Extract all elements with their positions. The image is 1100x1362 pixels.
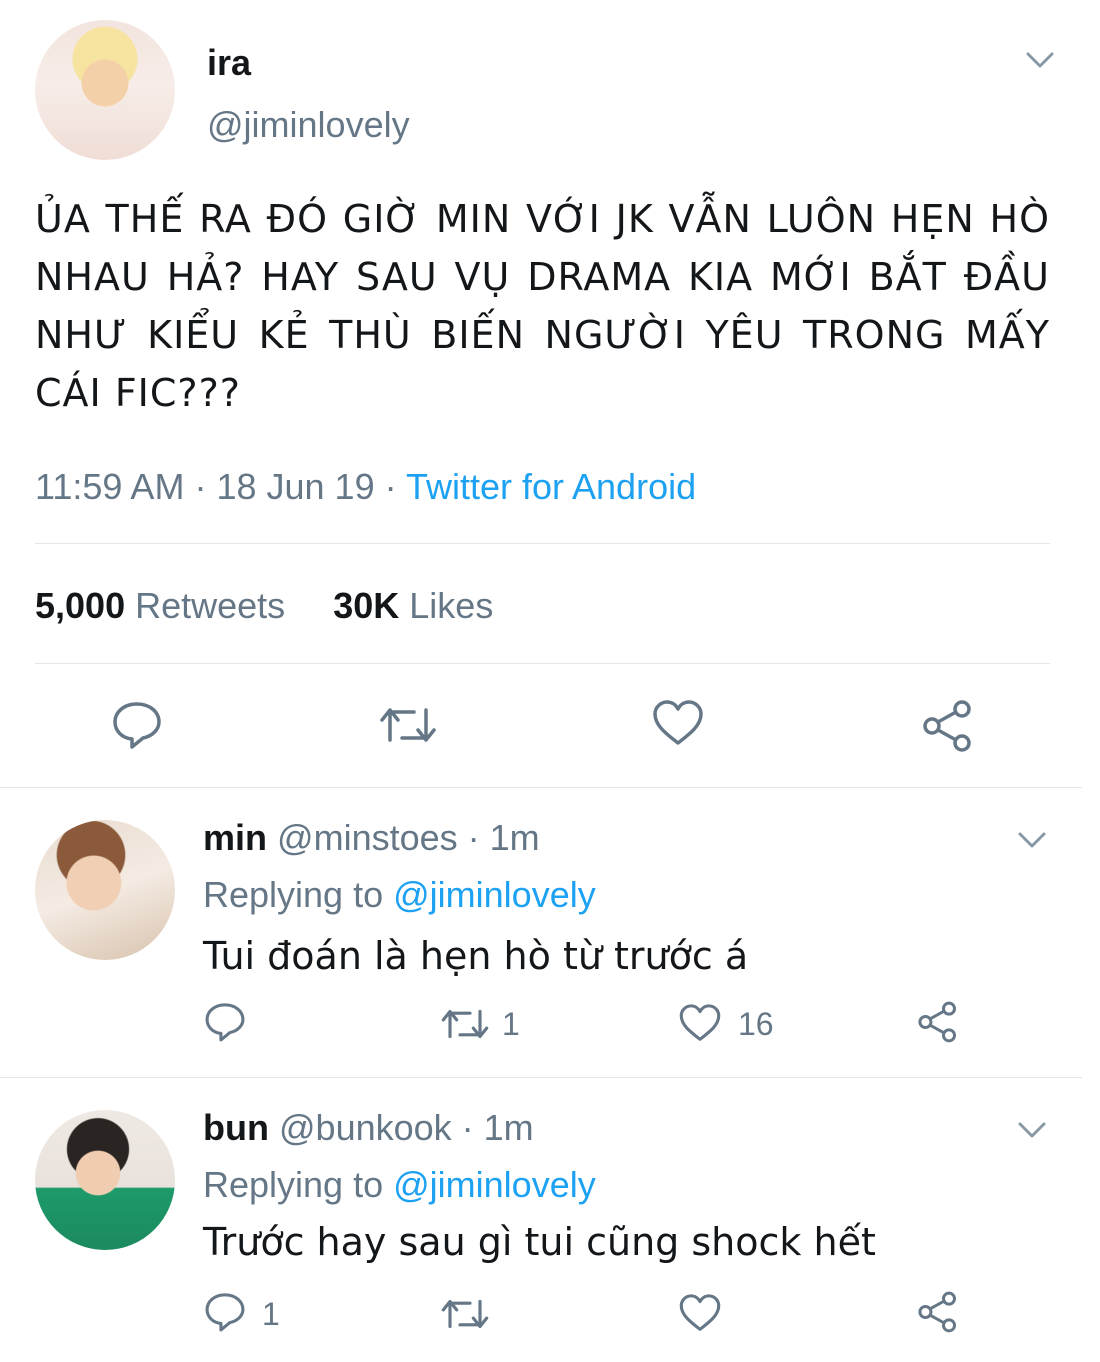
chevron-down-icon[interactable]	[1014, 828, 1050, 852]
heart-icon[interactable]	[678, 1002, 722, 1044]
replying-to-label: Replying to	[203, 874, 384, 915]
author-handle[interactable]: @jiminlovely	[207, 104, 410, 146]
replying-to: Replying to @jiminlovely	[203, 874, 596, 916]
share-icon[interactable]	[916, 1290, 960, 1334]
divider	[0, 787, 1082, 788]
retweet-icon[interactable]	[378, 700, 438, 750]
divider	[35, 543, 1050, 544]
retweet-count: 1	[502, 1006, 520, 1042]
reply-author-name[interactable]: min	[203, 817, 267, 858]
reply-icon[interactable]	[110, 698, 164, 752]
reply-text: Trước hay sau gì tui cũng shock hết	[203, 1220, 876, 1264]
likes-count: 30K	[333, 585, 400, 626]
chevron-down-icon[interactable]	[1022, 48, 1058, 72]
tweet-text: ỦA THẾ RA ĐÓ GIỜ MIN VỚI JK VẪN LUÔN HẸN…	[35, 197, 1050, 415]
avatar-bun[interactable]	[35, 1110, 175, 1250]
tweet-source-link[interactable]: Twitter for Android	[406, 466, 696, 507]
reply-author-name[interactable]: bun	[203, 1107, 269, 1148]
reply-header: min @minstoes · 1m	[203, 817, 540, 859]
retweet-icon[interactable]	[440, 1003, 490, 1045]
reply-icon[interactable]	[203, 1000, 247, 1044]
avatar-ira[interactable]	[35, 20, 175, 160]
tweet-time: 11:59 AM	[35, 466, 185, 507]
likes-label: Likes	[409, 585, 494, 626]
retweets-label: Retweets	[135, 585, 286, 626]
reply-icon[interactable]	[203, 1290, 247, 1334]
like-count: 16	[738, 1006, 774, 1042]
reply-author-handle[interactable]: @minstoes	[277, 817, 458, 858]
replying-to-handle[interactable]: @jiminlovely	[393, 874, 596, 915]
share-icon[interactable]	[920, 698, 976, 754]
divider	[0, 1077, 1082, 1078]
tweet-date: 18 Jun 19	[216, 466, 375, 507]
meta-separator: ·	[384, 466, 397, 507]
reply-age: · 1m	[467, 817, 540, 858]
heart-icon[interactable]	[678, 1292, 722, 1334]
avatar-min[interactable]	[35, 820, 175, 960]
reply-author-handle[interactable]: @bunkook	[279, 1107, 452, 1148]
chevron-down-icon[interactable]	[1014, 1118, 1050, 1142]
reply-header: bun @bunkook · 1m	[203, 1107, 534, 1149]
tweet-meta: 11:59 AM · 18 Jun 19 · Twitter for Andro…	[35, 466, 696, 508]
retweets-count: 5,000	[35, 585, 126, 626]
retweet-icon[interactable]	[440, 1293, 490, 1335]
replying-to: Replying to @jiminlovely	[203, 1164, 596, 1206]
retweets-stat[interactable]: 5,000 Retweets	[35, 585, 285, 626]
reply-age: · 1m	[461, 1107, 534, 1148]
likes-stat[interactable]: 30K Likes	[333, 585, 493, 626]
divider	[35, 663, 1050, 664]
heart-icon[interactable]	[651, 698, 705, 748]
share-icon[interactable]	[916, 1000, 960, 1044]
replying-to-handle[interactable]: @jiminlovely	[393, 1164, 596, 1205]
replying-to-label: Replying to	[203, 1164, 384, 1205]
reply-count: 1	[262, 1296, 280, 1332]
reply-text: Tui đoán là hẹn hò từ trước á	[203, 934, 749, 978]
meta-separator: ·	[194, 466, 207, 507]
author-name[interactable]: ira	[207, 42, 251, 84]
tweet-stats: 5,000 Retweets 30K Likes	[35, 585, 493, 627]
